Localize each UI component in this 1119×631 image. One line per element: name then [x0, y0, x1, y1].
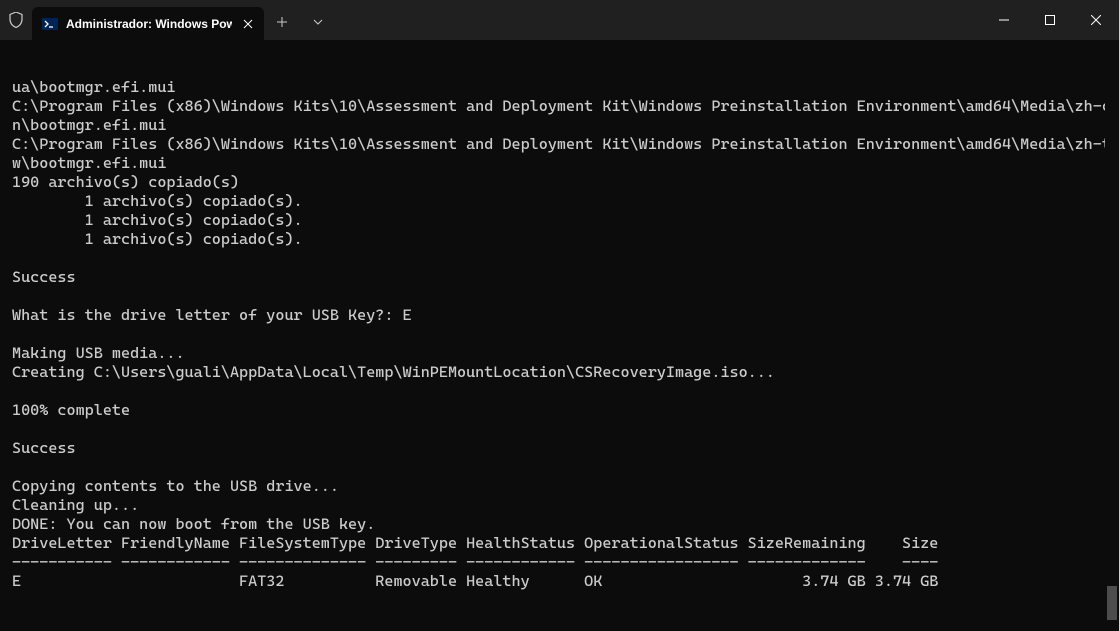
close-button[interactable]	[1073, 0, 1119, 40]
minimize-button[interactable]	[981, 0, 1027, 40]
tab-title: Administrador: Windows Pow	[66, 17, 232, 31]
powershell-icon	[42, 16, 58, 32]
tab-close-button[interactable]	[240, 16, 256, 32]
shield-icon[interactable]	[0, 0, 32, 40]
titlebar-left: Administrador: Windows Pow	[0, 0, 981, 40]
scrollbar-track[interactable]	[1105, 40, 1119, 631]
terminal-output: ua\bootmgr.efi.mui C:\Program Files (x86…	[12, 78, 1119, 629]
scrollbar-thumb[interactable]	[1107, 586, 1117, 620]
tab-dropdown-button[interactable]	[300, 4, 336, 40]
maximize-button[interactable]	[1027, 0, 1073, 40]
terminal-pane[interactable]: ua\bootmgr.efi.mui C:\Program Files (x86…	[0, 40, 1119, 631]
window-controls	[981, 0, 1119, 40]
active-tab[interactable]: Administrador: Windows Pow	[32, 7, 264, 40]
new-tab-button[interactable]	[264, 4, 300, 40]
window-titlebar: Administrador: Windows Pow	[0, 0, 1119, 40]
